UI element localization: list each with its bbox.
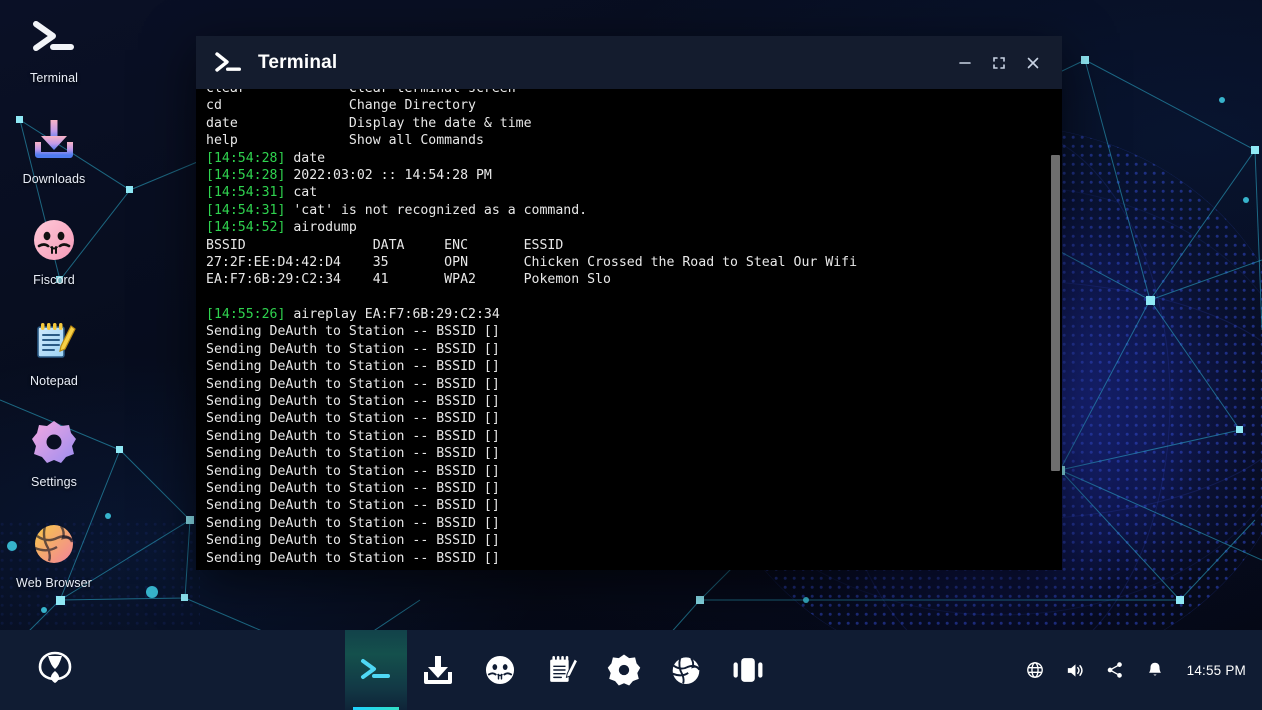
aireplay-output-line: Sending DeAuth to Station -- BSSID [] [206, 480, 500, 496]
desktop-icon-label: Fiscord [33, 273, 75, 287]
desktop-icon-notepad[interactable]: Notepad [0, 315, 108, 388]
maximize-button[interactable] [984, 48, 1014, 78]
desktop-icon-label: Settings [31, 475, 77, 489]
terminal-screen[interactable]: clear Clear terminal screencd Change Dir… [196, 89, 1048, 570]
notifications-bell-icon[interactable] [1140, 655, 1170, 685]
taskbar-item-web-browser[interactable] [655, 630, 717, 710]
network-icon[interactable] [1020, 655, 1050, 685]
aireplay-output-line: Sending DeAuth to Station -- BSSID [] [206, 411, 500, 427]
terminal-window-title: Terminal [258, 51, 338, 73]
airodump-row: 27:2F:EE:D4:42:D4 35 OPN Chicken Crossed… [206, 254, 858, 270]
taskbar-app-list [110, 630, 1015, 710]
globe-icon [28, 517, 80, 569]
system-tray: 14:55 PM [1015, 655, 1262, 685]
terminal-prompt-icon [214, 50, 244, 76]
aireplay-output-line: Sending DeAuth to Station -- BSSID [] [206, 463, 500, 479]
desktop-icon-fiscord[interactable]: Fiscord [0, 214, 108, 287]
terminal-log-line: [14:54:31] 'cat' is not recognized as a … [206, 202, 588, 218]
desktop-icon-settings[interactable]: Settings [0, 416, 108, 489]
aireplay-output-line: Sending DeAuth to Station -- BSSID [] [206, 341, 500, 357]
desktop-icon-terminal[interactable]: Terminal [0, 12, 108, 85]
desktop-icon-web-browser[interactable]: Web Browser [0, 517, 108, 590]
terminal-prompt-icon [28, 12, 80, 64]
aireplay-output-line: Sending DeAuth to Station -- BSSID [] [206, 324, 500, 340]
aireplay-output-line: Sending DeAuth to Station -- BSSID [] [206, 428, 500, 444]
terminal-help-row: date Display the date & time [206, 115, 532, 131]
terminal-timestamp: [14:54:31] [206, 185, 286, 201]
desktop-icon-downloads[interactable]: Downloads [0, 113, 108, 186]
terminal-timestamp: [14:54:52] [206, 220, 286, 236]
fiscord-face-icon [28, 214, 80, 266]
terminal-window[interactable]: Terminal clear Clear terminal screencd C… [196, 36, 1062, 570]
taskbar-item-notepad[interactable] [531, 630, 593, 710]
terminal-body[interactable]: clear Clear terminal screencd Change Dir… [196, 89, 1062, 570]
terminal-help-row: help Show all Commands [206, 133, 484, 149]
terminal-log-line: [14:54:31] cat [206, 185, 318, 201]
terminal-timestamp: [14:54:28] [206, 167, 286, 183]
desktop-icon-label: Terminal [29, 71, 79, 85]
terminal-log-line: [14:55:26] aireplay EA:F7:6B:29:C2:34 [206, 307, 500, 323]
terminal-timestamp: [14:54:31] [206, 202, 286, 218]
start-logo-icon[interactable] [34, 647, 76, 694]
terminal-help-row: clear Clear terminal screen [206, 89, 1048, 97]
terminal-log-line: [14:54:28] 2022:03:02 :: 14:54:28 PM [206, 167, 492, 183]
taskbar-item-settings[interactable] [593, 630, 655, 710]
minimize-button[interactable] [950, 48, 980, 78]
terminal-log-line: [14:54:28] date [206, 150, 326, 166]
download-arrow-icon [28, 113, 80, 165]
desktop-icon-label: Web Browser [16, 576, 92, 590]
terminal-timestamp: [14:54:28] [206, 150, 286, 166]
terminal-scrollbar[interactable] [1048, 89, 1062, 570]
airodump-row: EA:F7:6B:29:C2:34 41 WPA2 Pokemon Slo [206, 272, 611, 288]
notepad-pencil-icon [28, 315, 80, 367]
aireplay-output-line: Sending DeAuth to Station -- BSSID [] [206, 446, 500, 462]
airodump-header-row: BSSID DATA ENC ESSID [206, 237, 564, 253]
terminal-log-line: [14:54:52] airodump [206, 220, 357, 236]
taskbar[interactable]: 14:55 PM [0, 630, 1262, 710]
terminal-output: clear Clear terminal screencd Change Dir… [206, 89, 1048, 567]
aireplay-output-line: Sending DeAuth to Station -- BSSID [] [206, 394, 500, 410]
terminal-scrollbar-thumb[interactable] [1051, 155, 1060, 471]
desktop-icon-label: Downloads [22, 172, 86, 186]
taskbar-start-area[interactable] [0, 647, 110, 694]
aireplay-output-line: Sending DeAuth to Station -- BSSID [] [206, 550, 500, 566]
terminal-timestamp: [14:55:26] [206, 307, 286, 323]
share-icon[interactable] [1100, 655, 1130, 685]
volume-icon[interactable] [1060, 655, 1090, 685]
taskbar-item-gallery[interactable] [717, 630, 779, 710]
desktop-icon-label: Notepad [30, 374, 78, 388]
desktop-icon-list: Terminal Downloads Fiscord Notepad Setti… [0, 12, 108, 590]
gear-icon [28, 416, 80, 468]
taskbar-item-terminal[interactable] [345, 630, 408, 710]
aireplay-output-line: Sending DeAuth to Station -- BSSID [] [206, 498, 500, 514]
taskbar-clock[interactable]: 14:55 PM [1187, 663, 1246, 678]
taskbar-item-fiscord[interactable] [469, 630, 531, 710]
aireplay-output-line: Sending DeAuth to Station -- BSSID [] [206, 376, 500, 392]
aireplay-output-line: Sending DeAuth to Station -- BSSID [] [206, 533, 500, 549]
terminal-titlebar[interactable]: Terminal [196, 36, 1062, 89]
terminal-help-row: cd Change Directory [206, 98, 476, 114]
aireplay-output-line: Sending DeAuth to Station -- BSSID [] [206, 359, 500, 375]
close-button[interactable] [1018, 48, 1048, 78]
aireplay-output-line: Sending DeAuth to Station -- BSSID [] [206, 515, 500, 531]
taskbar-item-downloads[interactable] [407, 630, 469, 710]
